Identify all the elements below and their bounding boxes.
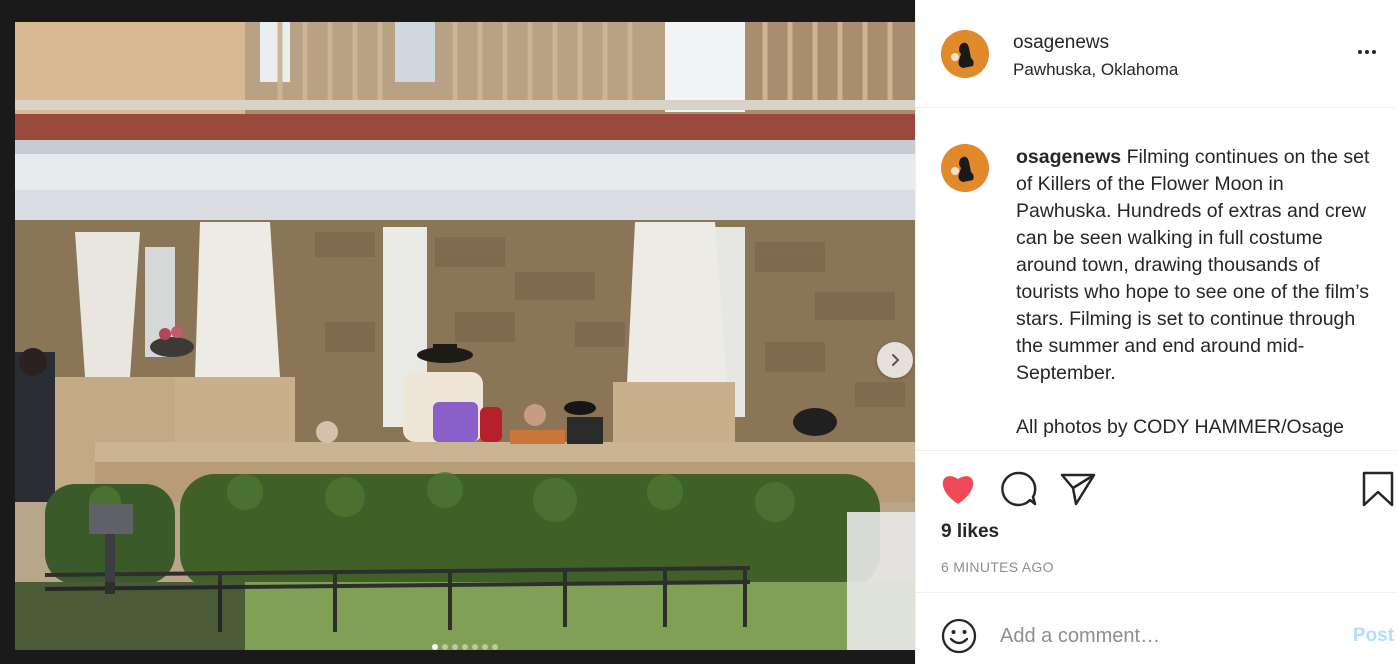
comment-bar: Post [916, 592, 1397, 664]
comment-icon [1001, 471, 1037, 507]
carousel-dot [492, 644, 498, 650]
more-options-icon [1365, 50, 1369, 54]
post-detail-panel: osagenews Pawhuska, Oklahoma osagenews F… [915, 0, 1397, 664]
comment-input[interactable] [1000, 621, 1320, 651]
more-options-icon [1358, 50, 1362, 54]
caption-body: Filming continues on the set of Killers … [1016, 146, 1370, 384]
post-location[interactable]: Pawhuska, Oklahoma [1013, 60, 1178, 80]
post-timestamp[interactable]: 6 MINUTES AGO [941, 559, 1054, 575]
post-photo[interactable] [15, 22, 915, 650]
share-button[interactable] [1058, 469, 1098, 509]
carousel-dot [442, 644, 448, 650]
carousel-dot [482, 644, 488, 650]
bookmark-icon [1362, 471, 1394, 507]
post-media [0, 0, 915, 664]
carousel-dot [472, 644, 478, 650]
caption-text-block: osagenews Filming continues on the set o… [1016, 144, 1381, 441]
heart-icon [942, 476, 974, 504]
post-author-username[interactable]: osagenews [1013, 32, 1109, 54]
carousel-next-button[interactable] [877, 342, 913, 378]
save-button[interactable] [1358, 469, 1397, 509]
chevron-right-icon [892, 354, 899, 366]
carousel-dot [432, 644, 438, 650]
carousel-indicator [15, 644, 915, 650]
paper-plane-icon [1060, 473, 1096, 506]
caption-credit: All photos by CODY HAMMER/Osage [1016, 416, 1345, 438]
post-caption: osagenews Filming continues on the set o… [916, 108, 1397, 450]
avatar-image [941, 30, 989, 78]
carousel-dot [452, 644, 458, 650]
post-actions: 9 likes 6 MINUTES AGO [916, 450, 1397, 592]
more-options-button[interactable] [1352, 40, 1382, 64]
like-button[interactable] [938, 469, 978, 509]
avatar-image [941, 144, 989, 192]
post-header: osagenews Pawhuska, Oklahoma [916, 0, 1397, 108]
smiley-icon [941, 618, 977, 654]
emoji-button[interactable] [940, 617, 978, 655]
post-comment-button[interactable]: Post [1353, 625, 1394, 647]
comment-button[interactable] [998, 469, 1038, 509]
avatar[interactable] [941, 30, 989, 78]
caption-username[interactable]: osagenews [1016, 146, 1121, 168]
porch-scene-image [15, 22, 915, 650]
avatar[interactable] [941, 144, 989, 192]
likes-count[interactable]: 9 likes [941, 521, 999, 543]
more-options-icon [1372, 50, 1376, 54]
carousel-dot [462, 644, 468, 650]
